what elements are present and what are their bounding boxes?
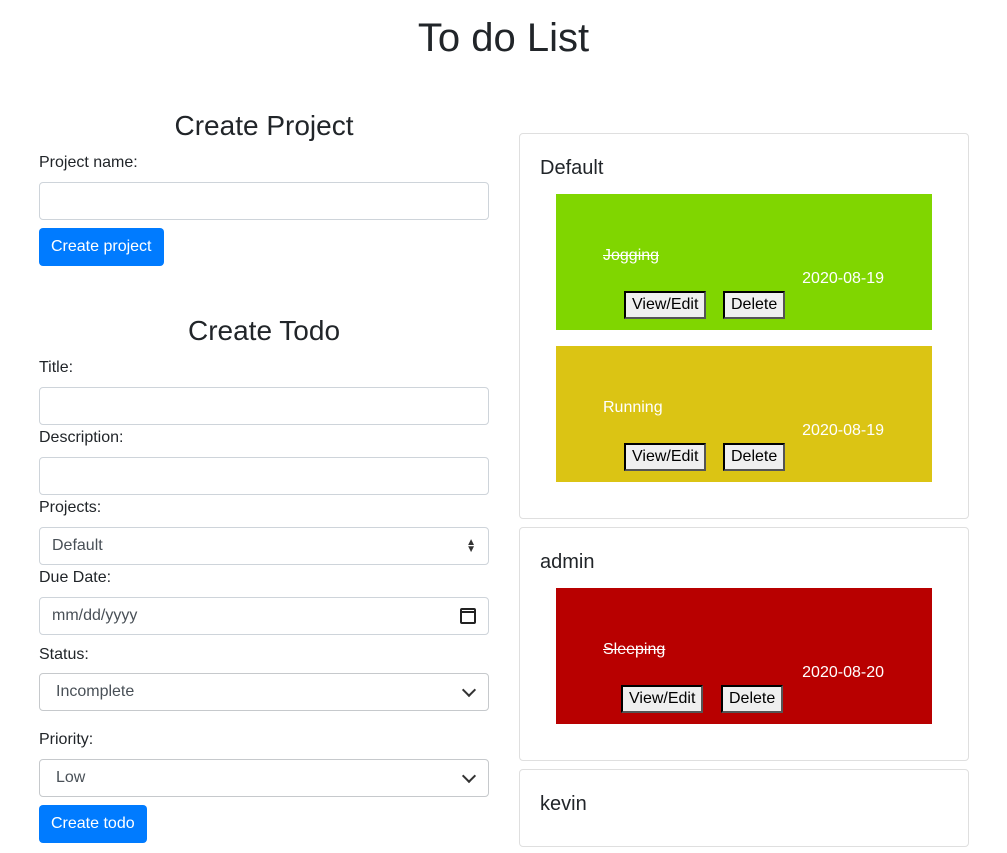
todo-item: Jogging 2020-08-19 View/Edit Delete bbox=[556, 194, 932, 330]
projects-select[interactable]: Default ▲ ▼ bbox=[39, 527, 489, 565]
create-project-button[interactable]: Create project bbox=[39, 228, 164, 266]
delete-button[interactable]: Delete bbox=[721, 685, 784, 713]
priority-label: Priority: bbox=[39, 731, 94, 748]
todo-title: Jogging bbox=[603, 247, 660, 264]
chevron-down-icon bbox=[461, 768, 477, 784]
project-name: kevin bbox=[540, 793, 587, 815]
project-name: Default bbox=[540, 157, 604, 179]
view-edit-button[interactable]: View/Edit bbox=[621, 685, 704, 713]
todo-title: Running bbox=[603, 399, 663, 416]
description-input[interactable] bbox=[39, 457, 489, 495]
todo-date: 2020-08-20 bbox=[802, 664, 884, 681]
project-card-kevin: kevin bbox=[519, 769, 969, 847]
todo-item: Running 2020-08-19 View/Edit Delete bbox=[556, 346, 932, 482]
description-label: Description: bbox=[39, 429, 124, 446]
status-label: Status: bbox=[39, 646, 89, 663]
project-name-label: Project name: bbox=[39, 154, 138, 171]
create-project-heading: Create Project bbox=[174, 110, 354, 141]
project-name-input[interactable] bbox=[39, 182, 489, 220]
view-edit-button[interactable]: View/Edit bbox=[624, 291, 707, 319]
project-card-admin: admin Sleeping 2020-08-20 View/Edit Dele… bbox=[519, 527, 969, 761]
page-title: To do List bbox=[417, 16, 590, 60]
todo-date: 2020-08-19 bbox=[802, 270, 884, 287]
due-date-label: Due Date: bbox=[39, 569, 112, 586]
create-todo-button[interactable]: Create todo bbox=[39, 805, 147, 843]
calendar-icon[interactable] bbox=[460, 608, 476, 624]
due-date-placeholder: mm/dd/yyyy bbox=[52, 607, 138, 624]
delete-button[interactable]: Delete bbox=[723, 443, 786, 471]
projects-select-value: Default bbox=[52, 537, 103, 554]
updown-caret-icon: ▲ ▼ bbox=[466, 537, 476, 555]
priority-select-value: Low bbox=[56, 769, 86, 786]
project-name: admin bbox=[540, 551, 595, 573]
status-select-value: Incomplete bbox=[56, 683, 135, 700]
chevron-down-icon bbox=[461, 682, 477, 698]
due-date-input[interactable]: mm/dd/yyyy bbox=[39, 597, 489, 635]
delete-button[interactable]: Delete bbox=[723, 291, 786, 319]
view-edit-button[interactable]: View/Edit bbox=[624, 443, 707, 471]
todo-item: Sleeping 2020-08-20 View/Edit Delete bbox=[556, 588, 932, 724]
create-todo-heading: Create Todo bbox=[187, 315, 341, 346]
priority-select[interactable]: Low bbox=[39, 759, 489, 797]
status-select[interactable]: Incomplete bbox=[39, 673, 489, 711]
projects-label: Projects: bbox=[39, 499, 102, 516]
title-label: Title: bbox=[39, 359, 74, 376]
project-card-default: Default Jogging 2020-08-19 View/Edit Del… bbox=[519, 133, 969, 519]
todo-title: Sleeping bbox=[603, 641, 666, 658]
todo-date: 2020-08-19 bbox=[802, 422, 884, 439]
title-input[interactable] bbox=[39, 387, 489, 425]
